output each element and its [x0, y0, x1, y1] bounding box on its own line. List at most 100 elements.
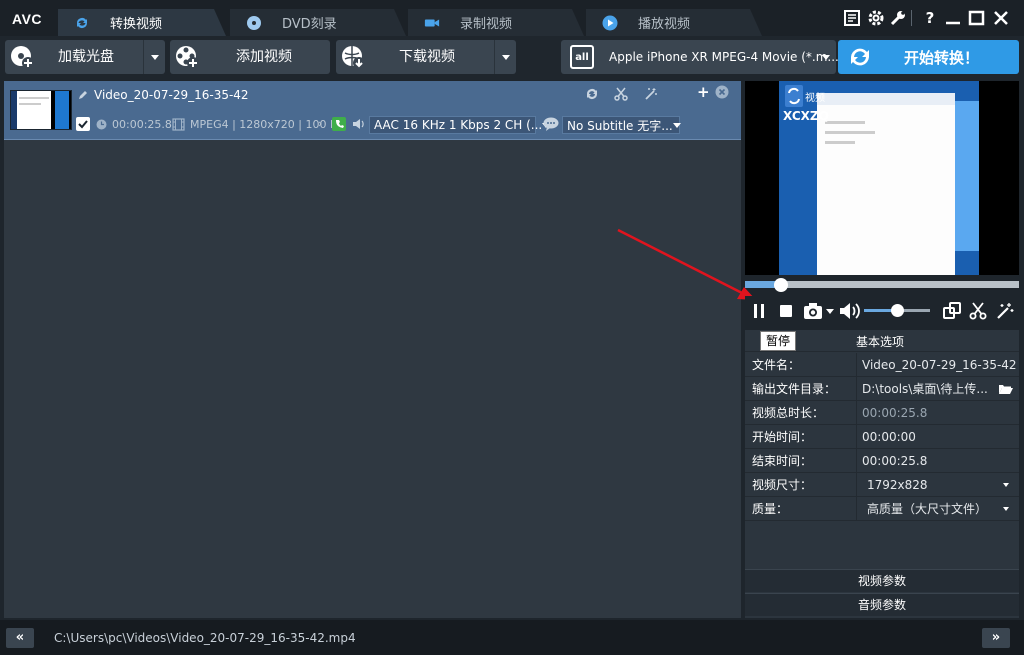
disc-icon: [246, 15, 262, 31]
audio-params-section[interactable]: 音频参数: [745, 593, 1019, 616]
prop-key: 视频尺寸：: [752, 478, 813, 492]
add-video-button[interactable]: 添加视频: [170, 40, 330, 74]
prop-value-output-dir[interactable]: D:\tools\桌面\待上传...: [856, 377, 1019, 401]
magic-wand-icon[interactable]: [996, 302, 1014, 320]
prop-key: 质量：: [752, 502, 789, 516]
folder-open-icon[interactable]: [998, 383, 1013, 395]
prop-value-filename[interactable]: Video_20-07-29_16-35-42: [856, 353, 1019, 377]
pip-window-icon[interactable]: [943, 302, 961, 320]
audio-track-icon: [332, 117, 346, 131]
stop-icon[interactable]: [778, 303, 794, 319]
tab-play-video[interactable]: 播放视频: [586, 9, 762, 36]
file-duration: 00:00:25.8: [112, 118, 172, 131]
tab-label: 录制视频: [460, 17, 513, 32]
menu-list-icon[interactable]: [843, 9, 863, 27]
gear-icon[interactable]: [866, 9, 886, 27]
app-shortcut-icon: [785, 85, 803, 107]
chevron-down-icon[interactable]: [826, 309, 834, 314]
prop-key: 输出文件目录：: [752, 382, 837, 396]
prop-value-duration: 00:00:25.8: [856, 401, 1019, 425]
help-icon[interactable]: ?: [920, 9, 940, 27]
profile-all-icon: all: [570, 45, 594, 69]
chevron-down-icon[interactable]: [1003, 507, 1009, 511]
clock-icon: [96, 119, 107, 130]
tab-label: 转换视频: [110, 17, 163, 32]
prop-row-output-dir: 输出文件目录： D:\tools\桌面\待上传...: [745, 377, 1019, 401]
output-file-path: C:\Users\pc\Videos\Video_20-07-29_16-35-…: [54, 631, 356, 645]
divider: [911, 10, 912, 26]
seek-bar-handle[interactable]: [774, 278, 788, 292]
output-profile-value: Apple iPhone XR MPEG-4 Movie (*.m...: [609, 50, 839, 64]
video-preview[interactable]: 视频 XCXZQ: [745, 81, 1019, 275]
prop-row-duration: 视频总时长： 00:00:25.8: [745, 401, 1019, 425]
subtitle-value: No Subtitle 无字...: [567, 118, 673, 133]
speaker-icon: [353, 119, 364, 129]
scissors-icon[interactable]: [969, 302, 987, 320]
tab-label: DVD刻录: [282, 17, 337, 32]
video-thumbnail: [10, 90, 72, 130]
prop-row-filename: 文件名： Video_20-07-29_16-35-42: [745, 353, 1019, 377]
download-video-button[interactable]: 下载视频: [336, 40, 516, 74]
load-disc-dropdown[interactable]: [143, 40, 165, 74]
tab-record-video[interactable]: 录制视频: [408, 9, 584, 36]
refresh-icon: [74, 15, 90, 31]
app-logo: AVC: [12, 11, 43, 27]
audio-track-value: AAC 16 KHz 1 Kbps 2 CH (...: [374, 118, 543, 132]
prop-key: 文件名：: [752, 358, 801, 372]
prop-value-video-size[interactable]: 1792x828: [856, 473, 1019, 497]
prop-row-quality: 质量： 高质量（大尺寸文件）: [745, 497, 1019, 521]
chevron-down-icon[interactable]: [1003, 483, 1009, 487]
load-disc-button[interactable]: 加载光盘: [5, 40, 165, 74]
prop-row-start-time: 开始时间： 00:00:00: [745, 425, 1019, 449]
maximize-icon[interactable]: [967, 9, 987, 27]
tab-convert-video[interactable]: 转换视频: [58, 9, 226, 36]
wrench-icon[interactable]: [888, 9, 908, 27]
prop-value-quality[interactable]: 高质量（大尺寸文件）: [856, 497, 1019, 521]
annotation-arrow-icon: [617, 228, 756, 300]
edit-pencil-icon[interactable]: [77, 89, 89, 101]
minimize-icon[interactable]: [943, 9, 963, 27]
download-video-dropdown[interactable]: [494, 40, 516, 74]
audio-track-select[interactable]: AAC 16 KHz 1 Kbps 2 CH (...: [369, 116, 551, 134]
add-video-label: 添加视频: [236, 49, 292, 65]
volume-slider-handle[interactable]: [891, 304, 904, 317]
collapse-button[interactable]: «: [6, 628, 34, 648]
file-select-checkbox[interactable]: [76, 117, 90, 131]
output-profile-select[interactable]: all Apple iPhone XR MPEG-4 Movie (*.m...: [561, 40, 839, 74]
file-list[interactable]: [4, 81, 741, 618]
checkmark-icon: [78, 120, 88, 129]
preview-overlay-label: 视频: [805, 93, 825, 104]
start-convert-button[interactable]: 开始转换！: [838, 40, 1019, 74]
properties-panel: 基本选项 文件名： Video_20-07-29_16-35-42 输出文件目录…: [745, 330, 1019, 618]
play-icon: [602, 15, 618, 31]
tab-label: 播放视频: [638, 17, 691, 32]
chevron-down-icon: [672, 122, 681, 128]
video-params-section[interactable]: 视频参数: [745, 569, 1019, 592]
film-icon: [172, 118, 185, 131]
prop-key: 开始时间：: [752, 430, 813, 444]
magic-wand-icon[interactable]: [644, 87, 658, 101]
pause-icon[interactable]: [752, 303, 766, 319]
prop-value-start-time[interactable]: 00:00:00: [856, 425, 1019, 449]
subtitle-speech-icon: [543, 117, 559, 131]
prop-row-video-size: 视频尺寸： 1792x828: [745, 473, 1019, 497]
tab-basic-options[interactable]: 基本选项: [856, 333, 904, 350]
chevron-down-icon: [150, 54, 159, 60]
video-camera-icon: [424, 15, 440, 31]
chevron-right-icon: ›: [318, 117, 323, 130]
prop-row-end-time: 结束时间： 00:00:25.8: [745, 449, 1019, 473]
camera-icon[interactable]: [803, 302, 823, 320]
scissors-icon[interactable]: [614, 87, 628, 101]
tab-dvd-burn[interactable]: DVD刻录: [230, 9, 406, 36]
convert-refresh-icon: [851, 48, 869, 66]
remove-icon[interactable]: [715, 85, 729, 99]
start-convert-label: 开始转换！: [903, 48, 979, 67]
close-icon[interactable]: [991, 9, 1011, 27]
subtitle-select[interactable]: No Subtitle 无字...: [562, 116, 681, 134]
add-subtitle-icon[interactable]: +: [697, 83, 710, 101]
preview-watermark: XCXZQ: [783, 109, 829, 123]
volume-icon[interactable]: [839, 302, 861, 320]
prop-value-end-time[interactable]: 00:00:25.8: [856, 449, 1019, 473]
refresh-icon[interactable]: [585, 87, 599, 101]
expand-button[interactable]: »: [982, 628, 1010, 648]
